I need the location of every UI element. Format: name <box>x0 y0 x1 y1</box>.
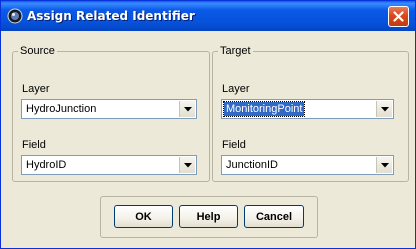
target-field-dropdown-button[interactable] <box>376 157 392 173</box>
target-field-label: Field <box>222 139 246 151</box>
target-layer-label: Layer <box>222 83 250 95</box>
cancel-button[interactable]: Cancel <box>244 205 304 228</box>
target-layer-value: MonitoringPoint <box>222 101 306 117</box>
source-field-dropdown-button[interactable] <box>179 157 195 173</box>
window-title: Assign Related Identifier <box>27 9 195 23</box>
target-layer-dropdown-button[interactable] <box>376 101 392 117</box>
target-group: Target Layer MonitoringPoint Field Junct… <box>212 45 409 182</box>
source-layer-label: Layer <box>22 83 50 95</box>
close-button[interactable] <box>388 6 409 27</box>
source-layer-dropdown-button[interactable] <box>179 101 195 117</box>
chevron-down-icon <box>381 163 389 168</box>
source-layer-value: HydroJunction <box>26 103 97 115</box>
title-bar[interactable]: Assign Related Identifier <box>1 1 415 31</box>
dialog-window: Assign Related Identifier Source Layer H… <box>0 0 416 249</box>
source-field-label: Field <box>22 139 46 151</box>
close-icon <box>393 11 404 22</box>
button-panel: OK Help Cancel <box>100 196 318 238</box>
target-field-value: JunctionID <box>226 159 278 171</box>
ok-button[interactable]: OK <box>114 205 173 228</box>
dialog-content: Source Layer HydroJunction Field HydroID <box>4 31 414 245</box>
target-field-select[interactable]: JunctionID <box>221 155 394 175</box>
source-field-value: HydroID <box>26 159 67 171</box>
app-icon <box>7 8 23 24</box>
help-button[interactable]: Help <box>179 205 238 228</box>
target-layer-select[interactable]: MonitoringPoint <box>221 99 394 119</box>
source-layer-select[interactable]: HydroJunction <box>21 99 197 119</box>
chevron-down-icon <box>184 107 192 112</box>
chevron-down-icon <box>381 107 389 112</box>
source-group: Source Layer HydroJunction Field HydroID <box>12 45 210 182</box>
chevron-down-icon <box>184 163 192 168</box>
source-legend: Source <box>20 45 55 57</box>
target-legend: Target <box>220 45 251 57</box>
source-field-select[interactable]: HydroID <box>21 155 197 175</box>
